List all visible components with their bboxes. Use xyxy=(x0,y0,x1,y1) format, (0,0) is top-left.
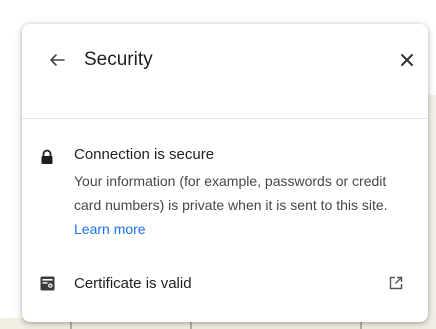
connection-description-text: Your information (for example, passwords… xyxy=(74,173,388,213)
certificate-row[interactable]: Certificate is valid xyxy=(22,272,428,296)
connection-status-title: Connection is secure xyxy=(74,146,215,163)
certificate-icon xyxy=(40,276,55,291)
learn-more-link[interactable]: Learn more xyxy=(74,221,146,237)
open-external-icon[interactable] xyxy=(389,276,403,290)
divider xyxy=(22,118,428,119)
security-popup: Security Connection is secure Your infor… xyxy=(22,24,428,322)
close-button[interactable] xyxy=(396,49,418,71)
page: Security Connection is secure Your infor… xyxy=(0,0,436,329)
certificate-label: Certificate is valid xyxy=(74,275,192,292)
popup-header: Security xyxy=(22,24,428,94)
close-icon xyxy=(401,54,413,66)
connection-description: Your information (for example, passwords… xyxy=(74,169,404,241)
lock-icon xyxy=(41,149,53,164)
back-button[interactable] xyxy=(46,49,68,71)
back-arrow-icon xyxy=(50,54,65,66)
popup-title: Security xyxy=(84,49,153,70)
